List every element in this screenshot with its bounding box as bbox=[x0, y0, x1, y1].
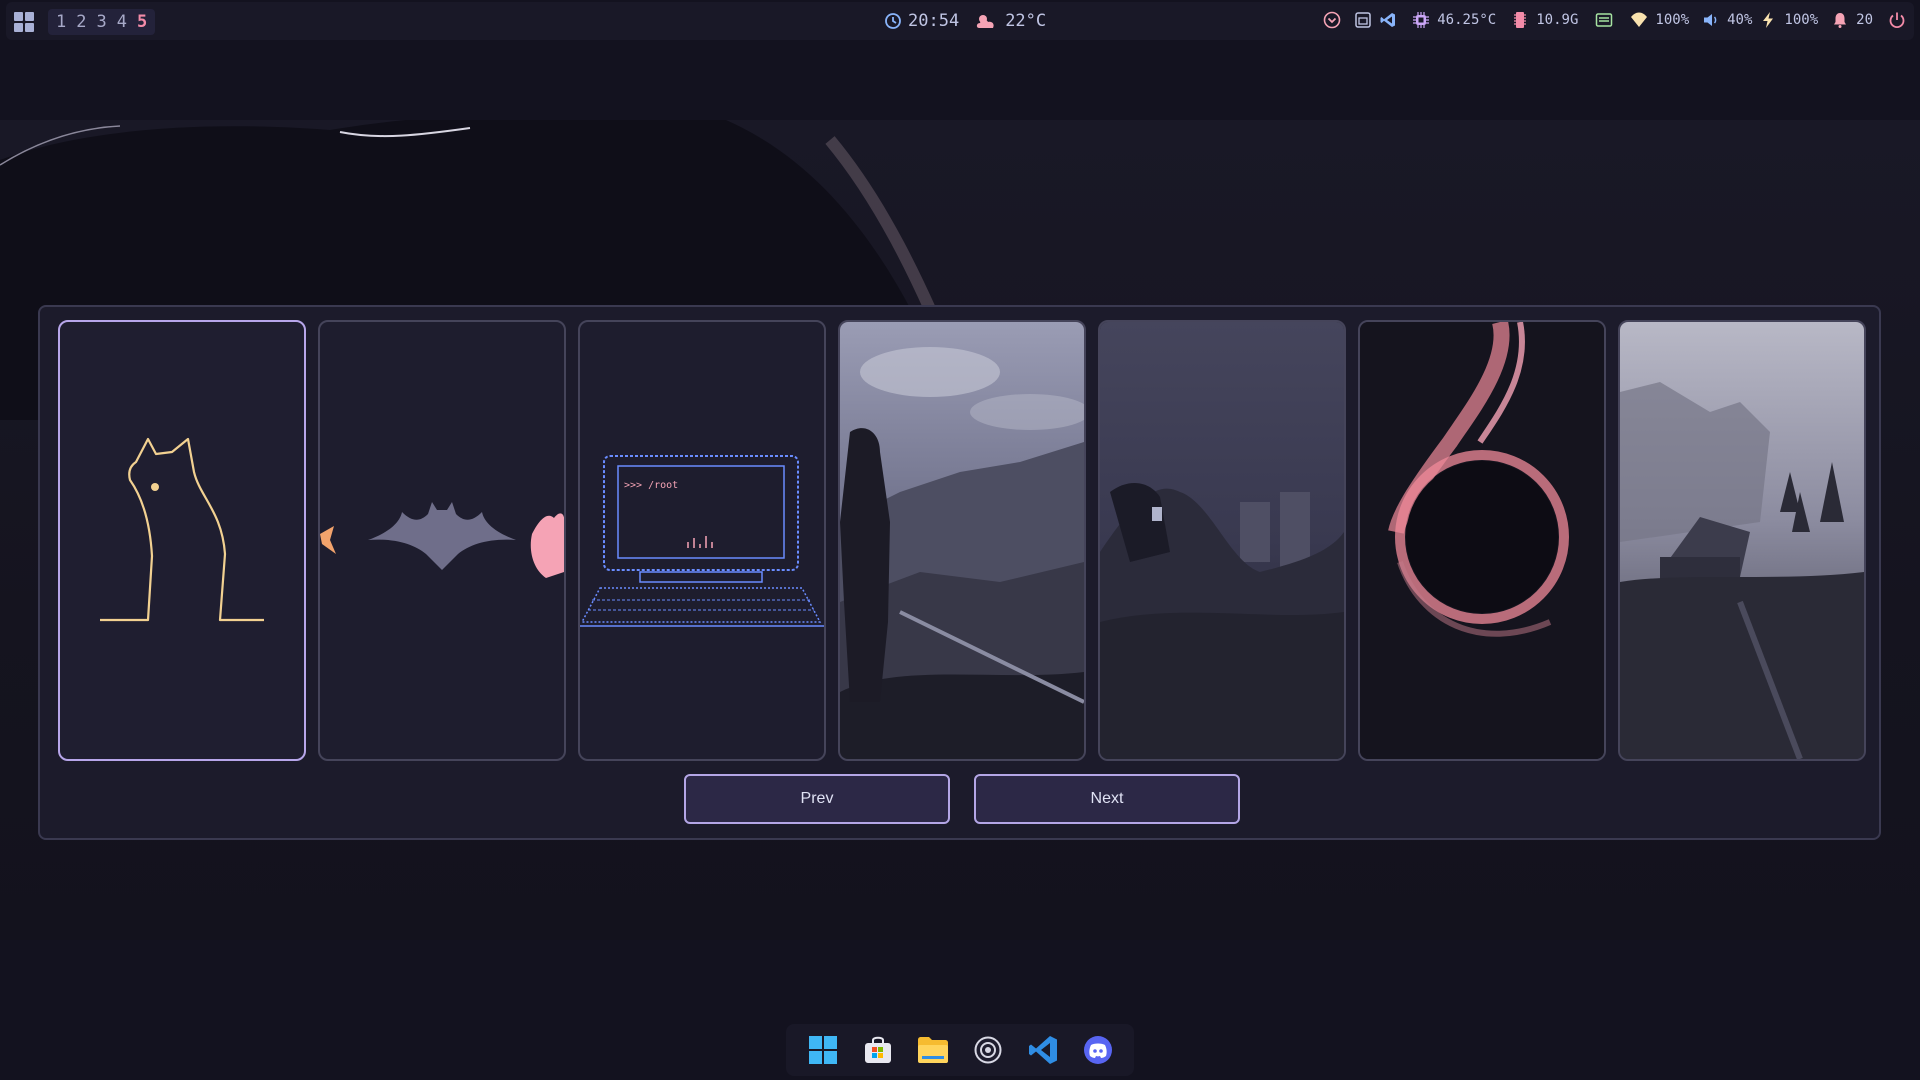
wallpaper-card-foggy-cabin[interactable] bbox=[1618, 320, 1866, 761]
cat-outline-image bbox=[100, 437, 264, 622]
workspace-2[interactable]: 2 bbox=[76, 12, 86, 32]
batman-logo-image bbox=[320, 502, 564, 578]
weather-cloud-icon bbox=[977, 15, 994, 28]
discord-button[interactable] bbox=[1079, 1031, 1117, 1069]
wallpaper-card-retro-computer[interactable]: >>> /root bbox=[578, 320, 826, 761]
store-bag-icon bbox=[864, 1036, 891, 1063]
obs-button[interactable] bbox=[969, 1031, 1007, 1069]
volume-icon[interactable] bbox=[1702, 11, 1720, 29]
knight-mountains-image bbox=[840, 322, 1084, 759]
folder-icon bbox=[917, 1037, 948, 1063]
workspace-1[interactable]: 1 bbox=[56, 12, 66, 32]
memory-text: 10.9G bbox=[1536, 12, 1579, 28]
workspace-3[interactable]: 3 bbox=[97, 12, 107, 32]
vscode-icon bbox=[1028, 1036, 1057, 1064]
batman-dark-image bbox=[1100, 322, 1344, 759]
clock-icon bbox=[885, 13, 901, 29]
next-button[interactable]: Next bbox=[974, 774, 1240, 824]
wallpaper-card-batman-dark[interactable] bbox=[1098, 320, 1346, 761]
obs-icon bbox=[974, 1036, 1001, 1064]
volume-text[interactable]: 40% bbox=[1727, 12, 1752, 28]
top-bar: 1 2 3 4 5 20:54 22°C 46.25°C 10.9G 100% … bbox=[6, 2, 1914, 40]
weather-text[interactable]: 22°C bbox=[1005, 11, 1046, 31]
battery-text: 100% bbox=[1784, 12, 1819, 28]
black-hole-image bbox=[1360, 322, 1604, 759]
memory-icon bbox=[1514, 12, 1527, 28]
notification-count[interactable]: 20 bbox=[1856, 12, 1873, 28]
terminal-prompt-text: >>> /root bbox=[624, 480, 678, 491]
clock-text[interactable]: 20:54 bbox=[908, 11, 959, 31]
cpu-temp-text: 46.25°C bbox=[1437, 12, 1497, 28]
screen-recorder-icon[interactable] bbox=[1323, 11, 1341, 29]
screenshot-icon[interactable] bbox=[1354, 11, 1372, 29]
wifi-icon[interactable] bbox=[1630, 11, 1648, 29]
wallpaper-card-knight[interactable] bbox=[838, 320, 1086, 761]
file-explorer-button[interactable] bbox=[914, 1031, 952, 1069]
notification-bell-icon[interactable] bbox=[1831, 11, 1849, 29]
retro-computer-image: >>> /root bbox=[580, 455, 824, 627]
taskbar-dock bbox=[786, 1024, 1134, 1076]
windows-start-icon bbox=[808, 1036, 837, 1064]
discord-icon bbox=[1083, 1036, 1112, 1064]
battery-charging-icon bbox=[1763, 12, 1774, 28]
workspace-5[interactable]: 5 bbox=[137, 12, 147, 32]
storage-icon bbox=[1596, 13, 1613, 27]
wallpaper-card-batman-logo[interactable] bbox=[318, 320, 566, 761]
workspace-4[interactable]: 4 bbox=[117, 12, 127, 32]
foggy-cabin-image bbox=[1620, 322, 1864, 759]
microsoft-store-button[interactable] bbox=[859, 1031, 897, 1069]
wifi-text[interactable]: 100% bbox=[1655, 12, 1689, 28]
windows-logo-icon[interactable] bbox=[14, 12, 34, 32]
wallpaper-card-cat[interactable] bbox=[58, 320, 306, 761]
wallpaper-picker-panel: >>> /root Prev Next bbox=[38, 305, 1881, 840]
windows-start-button[interactable] bbox=[804, 1031, 842, 1069]
vscode-button[interactable] bbox=[1024, 1031, 1062, 1069]
workspace-switcher: 1 2 3 4 5 bbox=[48, 9, 156, 35]
wallpaper-card-black-hole[interactable] bbox=[1358, 320, 1606, 761]
vscode-tray-icon[interactable] bbox=[1379, 11, 1397, 29]
power-icon[interactable] bbox=[1888, 11, 1906, 29]
prev-button[interactable]: Prev bbox=[684, 774, 950, 824]
cpu-icon bbox=[1413, 12, 1430, 28]
